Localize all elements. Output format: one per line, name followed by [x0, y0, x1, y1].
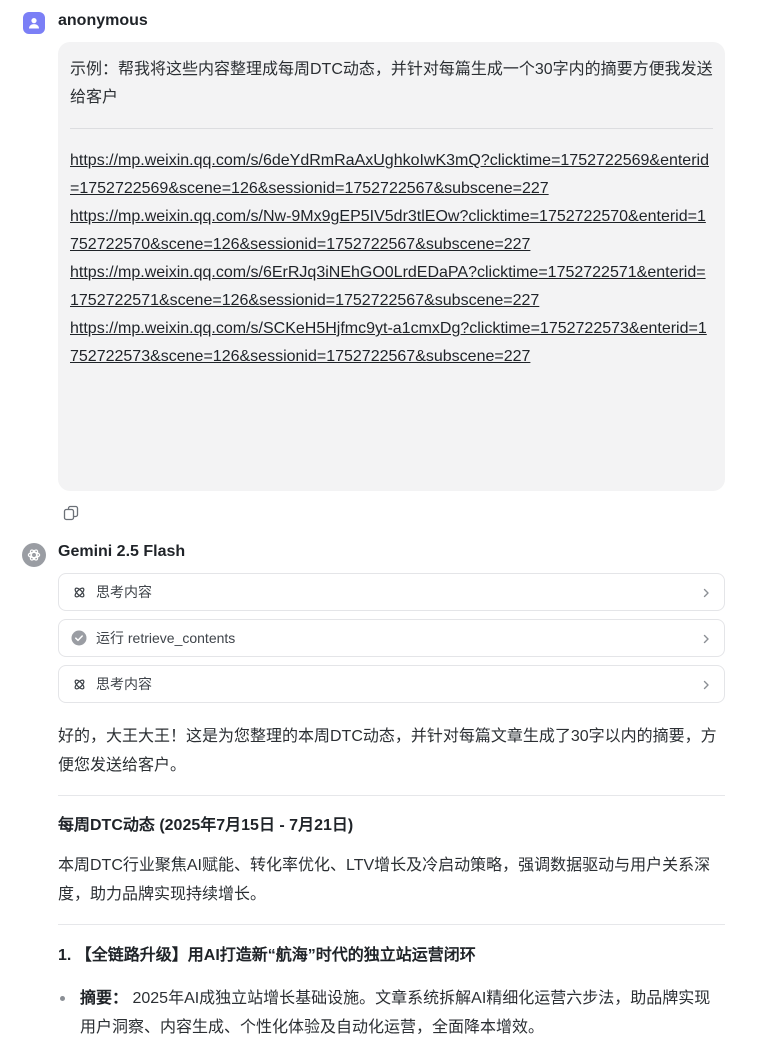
- section-divider: [58, 795, 725, 796]
- summary-label: 摘要：: [80, 990, 129, 1007]
- article-link-1[interactable]: https://mp.weixin.qq.com/s/6deYdRmRaAxUg…: [70, 147, 713, 203]
- copy-button[interactable]: [62, 504, 80, 522]
- step-label: 运行 retrieve_contents: [96, 630, 236, 646]
- chevron-right-icon: [700, 632, 712, 644]
- openai-logo-icon: [27, 549, 41, 561]
- user-prompt-text: 示例：帮我将这些内容整理成每周DTC动态，并针对每篇生成一个30字内的摘要方便我…: [70, 61, 713, 106]
- bubble-divider: [70, 128, 713, 129]
- tool-run-step[interactable]: 运行 retrieve_contents: [58, 619, 725, 657]
- user-avatar: [23, 12, 45, 34]
- section-divider: [58, 924, 725, 925]
- article-link-4[interactable]: https://mp.weixin.qq.com/s/SCKeH5Hjfmc9y…: [70, 315, 713, 371]
- bullet-dot: [60, 996, 65, 1001]
- weekly-heading: 每周DTC动态 (2025年7月15日 - 7月21日): [58, 817, 354, 834]
- article-1-summary: 摘要： 2025年AI成独立站增长基础设施。文章系统拆解AI精细化运营六步法，助…: [58, 984, 725, 1042]
- copy-icon: [63, 505, 79, 521]
- bot-name: Gemini 2.5 Flash: [58, 543, 186, 560]
- article-link-3[interactable]: https://mp.weixin.qq.com/s/6ErRJq3iNEhGO…: [70, 259, 713, 315]
- thinking-icon: [71, 584, 87, 600]
- user-message-bubble: 示例：帮我将这些内容整理成每周DTC动态，并针对每篇生成一个30字内的摘要方便我…: [58, 42, 725, 491]
- chevron-right-icon: [700, 678, 712, 690]
- check-circle-icon: [71, 630, 87, 646]
- thinking-step-2[interactable]: 思考内容: [58, 665, 725, 703]
- user-name: anonymous: [58, 12, 148, 29]
- chevron-right-icon: [700, 586, 712, 598]
- thinking-step-1[interactable]: 思考内容: [58, 573, 725, 611]
- answer-intro: 好的，大王大王！这是为您整理的本周DTC动态，并针对每篇文章生成了30字以内的摘…: [58, 728, 717, 774]
- step-label: 思考内容: [96, 676, 152, 692]
- bot-avatar: [22, 543, 46, 567]
- thinking-icon: [71, 676, 87, 692]
- user-icon: [29, 18, 39, 29]
- weekly-overview: 本周DTC行业聚焦AI赋能、转化率优化、LTV增长及冷启动策略，强调数据驱动与用…: [58, 857, 711, 903]
- summary-text: 2025年AI成独立站增长基础设施。文章系统拆解AI精细化运营六步法，助品牌实现…: [80, 990, 711, 1036]
- article-link-2[interactable]: https://mp.weixin.qq.com/s/Nw-9Mx9gEP5IV…: [70, 203, 713, 259]
- step-label: 思考内容: [96, 584, 152, 600]
- article-1-title: 1. 【全链路升级】用AI打造新“航海”时代的独立站运营闭环: [58, 947, 476, 964]
